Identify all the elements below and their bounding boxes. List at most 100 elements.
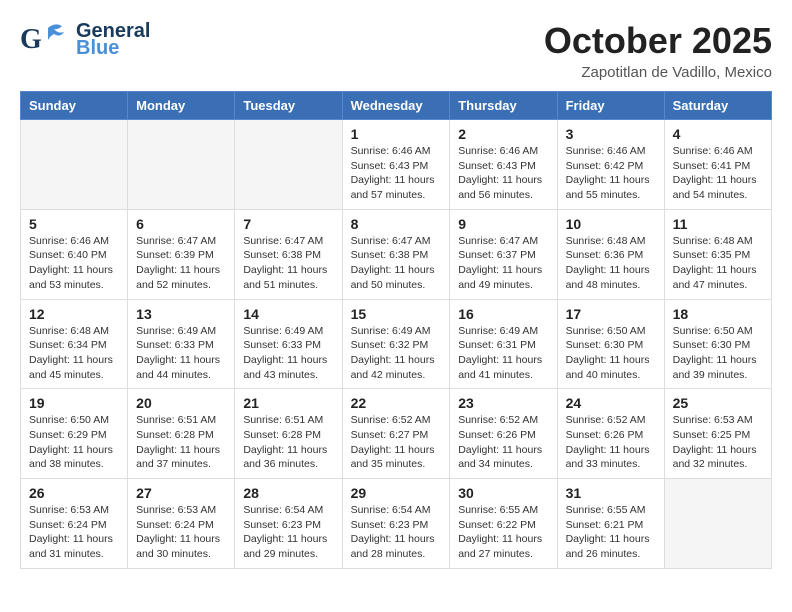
day-number: 29: [351, 485, 442, 501]
month-title: October 2025: [544, 20, 772, 62]
day-number: 12: [29, 306, 119, 322]
day-number: 28: [243, 485, 333, 501]
calendar-cell: 16 Sunrise: 6:49 AM Sunset: 6:31 PM Dayli…: [450, 299, 557, 389]
weekday-header-sunday: Sunday: [21, 92, 128, 120]
calendar-cell: 19 Sunrise: 6:50 AM Sunset: 6:29 PM Dayli…: [21, 389, 128, 479]
calendar-cell: 3Sunrise: 6:46 AM Sunset: 6:42 PM Daylig…: [557, 120, 664, 210]
calendar-cell: 24Sunrise: 6:52 AM Sunset: 6:26 PM Dayli…: [557, 389, 664, 479]
calendar-cell: 8 Sunrise: 6:47 AM Sunset: 6:38 PM Daylig…: [342, 209, 450, 299]
cell-info: Sunrise: 6:50 AM Sunset: 6:29 PM Dayligh…: [29, 413, 119, 472]
calendar-cell: 6 Sunrise: 6:47 AM Sunset: 6:39 PM Daylig…: [128, 209, 235, 299]
calendar-cell: 2 Sunrise: 6:46 AM Sunset: 6:43 PM Daylig…: [450, 120, 557, 210]
calendar-week-2: 5 Sunrise: 6:46 AM Sunset: 6:40 PM Daylig…: [21, 209, 772, 299]
day-number: 15: [351, 306, 442, 322]
logo: G General Blue: [20, 20, 150, 60]
cell-info: Sunrise: 6:54 AM Sunset: 6:23 PM Dayligh…: [243, 503, 333, 562]
day-number: 5: [29, 216, 119, 232]
cell-info: Sunrise: 6:49 AM Sunset: 6:33 PM Dayligh…: [243, 324, 333, 383]
day-number: 10: [566, 216, 656, 232]
calendar-cell: 10Sunrise: 6:48 AM Sunset: 6:36 PM Dayli…: [557, 209, 664, 299]
cell-info: Sunrise: 6:47 AM Sunset: 6:39 PM Dayligh…: [136, 234, 226, 293]
cell-info: Sunrise: 6:50 AM Sunset: 6:30 PM Dayligh…: [673, 324, 763, 383]
cell-info: Sunrise: 6:47 AM Sunset: 6:38 PM Dayligh…: [351, 234, 442, 293]
svg-text:G: G: [20, 24, 42, 55]
calendar-cell: [664, 479, 771, 569]
calendar-cell: 15 Sunrise: 6:49 AM Sunset: 6:32 PM Dayli…: [342, 299, 450, 389]
calendar-cell: 13 Sunrise: 6:49 AM Sunset: 6:33 PM Dayli…: [128, 299, 235, 389]
day-number: 26: [29, 485, 119, 501]
calendar-cell: 22Sunrise: 6:52 AM Sunset: 6:27 PM Dayli…: [342, 389, 450, 479]
day-number: 8: [351, 216, 442, 232]
cell-info: Sunrise: 6:49 AM Sunset: 6:33 PM Dayligh…: [136, 324, 226, 383]
location-subtitle: Zapotitlan de Vadillo, Mexico: [544, 64, 772, 81]
calendar-week-5: 26 Sunrise: 6:53 AM Sunset: 6:24 PM Dayli…: [21, 479, 772, 569]
cell-info: Sunrise: 6:55 AM Sunset: 6:21 PM Dayligh…: [566, 503, 656, 562]
day-number: 31: [566, 485, 656, 501]
day-number: 14: [243, 306, 333, 322]
day-number: 25: [673, 395, 763, 411]
calendar-week-4: 19 Sunrise: 6:50 AM Sunset: 6:29 PM Dayli…: [21, 389, 772, 479]
cell-info: Sunrise: 6:48 AM Sunset: 6:35 PM Dayligh…: [673, 234, 763, 293]
calendar-cell: 4 Sunrise: 6:46 AM Sunset: 6:41 PM Daylig…: [664, 120, 771, 210]
cell-info: Sunrise: 6:46 AM Sunset: 6:40 PM Dayligh…: [29, 234, 119, 293]
cell-info: Sunrise: 6:54 AM Sunset: 6:23 PM Dayligh…: [351, 503, 442, 562]
weekday-header-friday: Friday: [557, 92, 664, 120]
calendar-table: SundayMondayTuesdayWednesdayThursdayFrid…: [20, 91, 772, 569]
calendar-cell: 12 Sunrise: 6:48 AM Sunset: 6:34 PM Dayli…: [21, 299, 128, 389]
weekday-header-saturday: Saturday: [664, 92, 771, 120]
calendar-cell: 29 Sunrise: 6:54 AM Sunset: 6:23 PM Dayli…: [342, 479, 450, 569]
day-number: 17: [566, 306, 656, 322]
cell-info: Sunrise: 6:47 AM Sunset: 6:38 PM Dayligh…: [243, 234, 333, 293]
calendar-cell: 5 Sunrise: 6:46 AM Sunset: 6:40 PM Daylig…: [21, 209, 128, 299]
day-number: 19: [29, 395, 119, 411]
day-number: 11: [673, 216, 763, 232]
calendar-cell: 23Sunrise: 6:52 AM Sunset: 6:26 PM Dayli…: [450, 389, 557, 479]
cell-info: Sunrise: 6:46 AM Sunset: 6:43 PM Dayligh…: [351, 144, 442, 203]
day-number: 30: [458, 485, 548, 501]
cell-info: Sunrise: 6:53 AM Sunset: 6:24 PM Dayligh…: [29, 503, 119, 562]
day-number: 7: [243, 216, 333, 232]
weekday-header-tuesday: Tuesday: [235, 92, 342, 120]
day-number: 16: [458, 306, 548, 322]
cell-info: Sunrise: 6:47 AM Sunset: 6:37 PM Dayligh…: [458, 234, 548, 293]
calendar-cell: 21 Sunrise: 6:51 AM Sunset: 6:28 PM Dayli…: [235, 389, 342, 479]
cell-info: Sunrise: 6:49 AM Sunset: 6:32 PM Dayligh…: [351, 324, 442, 383]
day-number: 20: [136, 395, 226, 411]
cell-info: Sunrise: 6:49 AM Sunset: 6:31 PM Dayligh…: [458, 324, 548, 383]
day-number: 22: [351, 395, 442, 411]
weekday-header-thursday: Thursday: [450, 92, 557, 120]
weekday-header-row: SundayMondayTuesdayWednesdayThursdayFrid…: [21, 92, 772, 120]
calendar-cell: 14 Sunrise: 6:49 AM Sunset: 6:33 PM Dayli…: [235, 299, 342, 389]
day-number: 4: [673, 126, 763, 142]
calendar-week-3: 12 Sunrise: 6:48 AM Sunset: 6:34 PM Dayli…: [21, 299, 772, 389]
calendar-cell: 20 Sunrise: 6:51 AM Sunset: 6:28 PM Dayli…: [128, 389, 235, 479]
cell-info: Sunrise: 6:46 AM Sunset: 6:41 PM Dayligh…: [673, 144, 763, 203]
day-number: 23: [458, 395, 548, 411]
calendar-cell: 17 Sunrise: 6:50 AM Sunset: 6:30 PM Dayli…: [557, 299, 664, 389]
cell-info: Sunrise: 6:51 AM Sunset: 6:28 PM Dayligh…: [136, 413, 226, 472]
calendar-cell: 9 Sunrise: 6:47 AM Sunset: 6:37 PM Daylig…: [450, 209, 557, 299]
day-number: 13: [136, 306, 226, 322]
calendar-cell: 18Sunrise: 6:50 AM Sunset: 6:30 PM Dayli…: [664, 299, 771, 389]
calendar-cell: 30 Sunrise: 6:55 AM Sunset: 6:22 PM Dayli…: [450, 479, 557, 569]
cell-info: Sunrise: 6:53 AM Sunset: 6:25 PM Dayligh…: [673, 413, 763, 472]
cell-info: Sunrise: 6:48 AM Sunset: 6:34 PM Dayligh…: [29, 324, 119, 383]
calendar-cell: [128, 120, 235, 210]
cell-info: Sunrise: 6:51 AM Sunset: 6:28 PM Dayligh…: [243, 413, 333, 472]
page-header: G General Blue October 2025 Zapotitlan d…: [20, 20, 772, 81]
weekday-header-wednesday: Wednesday: [342, 92, 450, 120]
calendar-cell: 27Sunrise: 6:53 AM Sunset: 6:24 PM Dayli…: [128, 479, 235, 569]
day-number: 2: [458, 126, 548, 142]
calendar-cell: 11 Sunrise: 6:48 AM Sunset: 6:35 PM Dayli…: [664, 209, 771, 299]
calendar-cell: 28 Sunrise: 6:54 AM Sunset: 6:23 PM Dayli…: [235, 479, 342, 569]
cell-info: Sunrise: 6:55 AM Sunset: 6:22 PM Dayligh…: [458, 503, 548, 562]
cell-info: Sunrise: 6:46 AM Sunset: 6:43 PM Dayligh…: [458, 144, 548, 203]
day-number: 21: [243, 395, 333, 411]
day-number: 6: [136, 216, 226, 232]
cell-info: Sunrise: 6:50 AM Sunset: 6:30 PM Dayligh…: [566, 324, 656, 383]
calendar-week-1: 1Sunrise: 6:46 AM Sunset: 6:43 PM Daylig…: [21, 120, 772, 210]
day-number: 27: [136, 485, 226, 501]
calendar-cell: 1Sunrise: 6:46 AM Sunset: 6:43 PM Daylig…: [342, 120, 450, 210]
day-number: 9: [458, 216, 548, 232]
calendar-cell: 31 Sunrise: 6:55 AM Sunset: 6:21 PM Dayli…: [557, 479, 664, 569]
